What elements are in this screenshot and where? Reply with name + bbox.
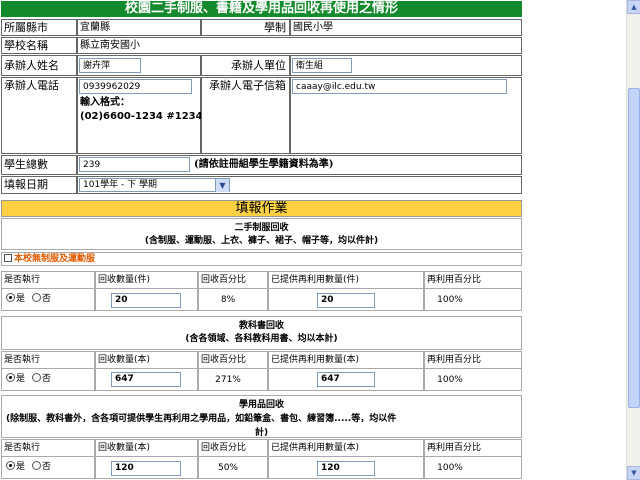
phone-input[interactable]: 0939962029 (79, 79, 192, 94)
textbook-header-reuse-pct: 再利用百分比 (424, 351, 522, 369)
chevron-down-icon[interactable]: ▼ (215, 179, 229, 192)
uniform-header-recycled: 回收數量(件) (95, 271, 198, 289)
supplies-yes-label: 是 (16, 462, 26, 472)
textbook-no-radio[interactable] (31, 373, 41, 382)
textbook-execute-cell: 是 否 (1, 368, 95, 391)
uniform-execute-cell: 是 否 (1, 288, 95, 311)
students-note: (請依註冊組學生學籍資料為準) (194, 159, 334, 170)
county-label: 所屬縣市 (1, 19, 77, 36)
supplies-no-label: 否 (41, 462, 51, 472)
no-uniform-checkbox[interactable] (4, 254, 12, 262)
form-page: 校園二手制服、書籍及學用品回收再使用之情形 所屬縣市 宜蘭縣 學制 國民小學 學… (0, 0, 626, 480)
supplies-recycled-input[interactable]: 120 (111, 461, 181, 476)
phone-format-example: (02)6600-1234 #12345 (80, 111, 210, 122)
uniform-subtitle: (含制服、運動服、上衣、褲子、裙子、帽子等，均以件計) (144, 236, 379, 246)
supplies-reused-input[interactable]: 120 (317, 461, 375, 476)
level-value: 國民小學 (290, 19, 522, 36)
unit-label: 承辦人單位 (201, 55, 290, 76)
textbook-header-recycled: 回收數量(本) (95, 351, 198, 369)
textbook-recycle-pct: 271% (215, 375, 241, 385)
textbook-recycled-input[interactable]: 647 (111, 372, 181, 387)
scroll-down-arrow-icon[interactable]: ▼ (627, 466, 640, 480)
uniform-yes-radio[interactable] (6, 293, 15, 302)
no-uniform-checkbox-row[interactable]: 本校無制服及運動服 (1, 252, 522, 266)
phone-format-label: 輸入格式： (80, 97, 130, 108)
textbook-header-recycle-pct: 回收百分比 (198, 351, 268, 369)
school-label: 學校名稱 (1, 37, 77, 54)
semester-select[interactable]: 101學年 - 下 學期 ▼ (79, 178, 230, 192)
uniform-yes-label: 是 (16, 294, 26, 304)
vertical-scrollbar[interactable]: ▲ ▼ (626, 0, 640, 480)
uniform-section-title: 二手制服回收 (含制服、運動服、上衣、褲子、裙子、帽子等，均以件計) (1, 218, 522, 250)
uniform-no-radio[interactable] (31, 293, 41, 302)
supplies-section-title: 學用品回收 (除制服、教科書外，含各項可提供學生再利用之學用品，如鉛筆盒、書包、… (1, 395, 522, 438)
uniform-header-recycle-pct: 回收百分比 (198, 271, 268, 289)
students-label: 學生總數 (1, 155, 77, 175)
supplies-subtitle-end: 計) (254, 428, 269, 438)
unit-input[interactable]: 衛生組 (292, 58, 352, 73)
textbook-no-label: 否 (41, 374, 51, 384)
supplies-reuse-pct: 100% (437, 463, 463, 473)
textbook-header-execute: 是否執行 (1, 351, 95, 369)
textbook-title: 教科書回收 (238, 321, 284, 331)
date-label: 填報日期 (1, 176, 77, 194)
supplies-subtitle: (除制服、教科書外，含各項可提供學生再利用之學用品，如鉛筆盒、書包、練習簿...… (6, 414, 397, 424)
uniform-header-reuse-pct: 再利用百分比 (424, 271, 522, 289)
textbook-yes-label: 是 (16, 374, 26, 384)
school-value: 縣立南安國小 (77, 37, 522, 54)
phone-label: 承辦人電話 (1, 77, 77, 154)
county-value: 宜蘭縣 (77, 19, 201, 36)
supplies-header-reused: 已提供再利用數量(本) (268, 439, 424, 457)
uniform-reused-input[interactable]: 20 (317, 293, 375, 308)
supplies-title: 學用品回收 (238, 400, 284, 410)
uniform-recycle-pct: 8% (220, 295, 236, 305)
uniform-no-label: 否 (41, 294, 51, 304)
level-label: 學制 (201, 19, 290, 36)
supplies-recycle-pct: 50% (217, 463, 238, 473)
email-input[interactable]: caaay@ilc.edu.tw (292, 79, 507, 94)
textbook-yes-radio[interactable] (6, 373, 15, 382)
textbook-subtitle: (含各領域、各科教科用書、均以本計) (185, 334, 338, 344)
supplies-header-execute: 是否執行 (1, 439, 95, 457)
contact-name-input[interactable]: 謝卉萍 (79, 58, 141, 73)
uniform-recycled-input[interactable]: 20 (111, 293, 181, 308)
scrollbar-thumb[interactable] (628, 88, 640, 408)
supplies-execute-cell: 是 否 (1, 456, 95, 479)
email-label: 承辦人電子信箱 (201, 77, 290, 154)
textbook-section-title: 教科書回收 (含各領域、各科教科用書、均以本計) (1, 316, 522, 350)
textbook-reused-input[interactable]: 647 (317, 372, 375, 387)
uniform-reuse-pct: 100% (437, 295, 463, 305)
supplies-no-radio[interactable] (31, 461, 41, 470)
report-band-title: 填報作業 (1, 200, 522, 217)
textbook-reuse-pct: 100% (437, 375, 463, 385)
semester-select-value: 101學年 - 下 學期 (83, 180, 158, 190)
students-input[interactable]: 239 (79, 157, 190, 172)
supplies-header-reuse-pct: 再利用百分比 (424, 439, 522, 457)
uniform-header-reused: 已提供再利用數量(件) (268, 271, 424, 289)
no-uniform-label: 本校無制服及運動服 (14, 254, 96, 264)
textbook-header-reused: 已提供再利用數量(本) (268, 351, 424, 369)
scroll-up-arrow-icon[interactable]: ▲ (627, 0, 640, 14)
supplies-header-recycle-pct: 回收百分比 (198, 439, 268, 457)
uniform-title: 二手制服回收 (234, 223, 289, 233)
supplies-header-recycled: 回收數量(本) (95, 439, 198, 457)
uniform-header-execute: 是否執行 (1, 271, 95, 289)
contact-label: 承辦人姓名 (1, 55, 77, 76)
page-title: 校園二手制服、書籍及學用品回收再使用之情形 (1, 1, 522, 17)
supplies-yes-radio[interactable] (6, 461, 15, 470)
